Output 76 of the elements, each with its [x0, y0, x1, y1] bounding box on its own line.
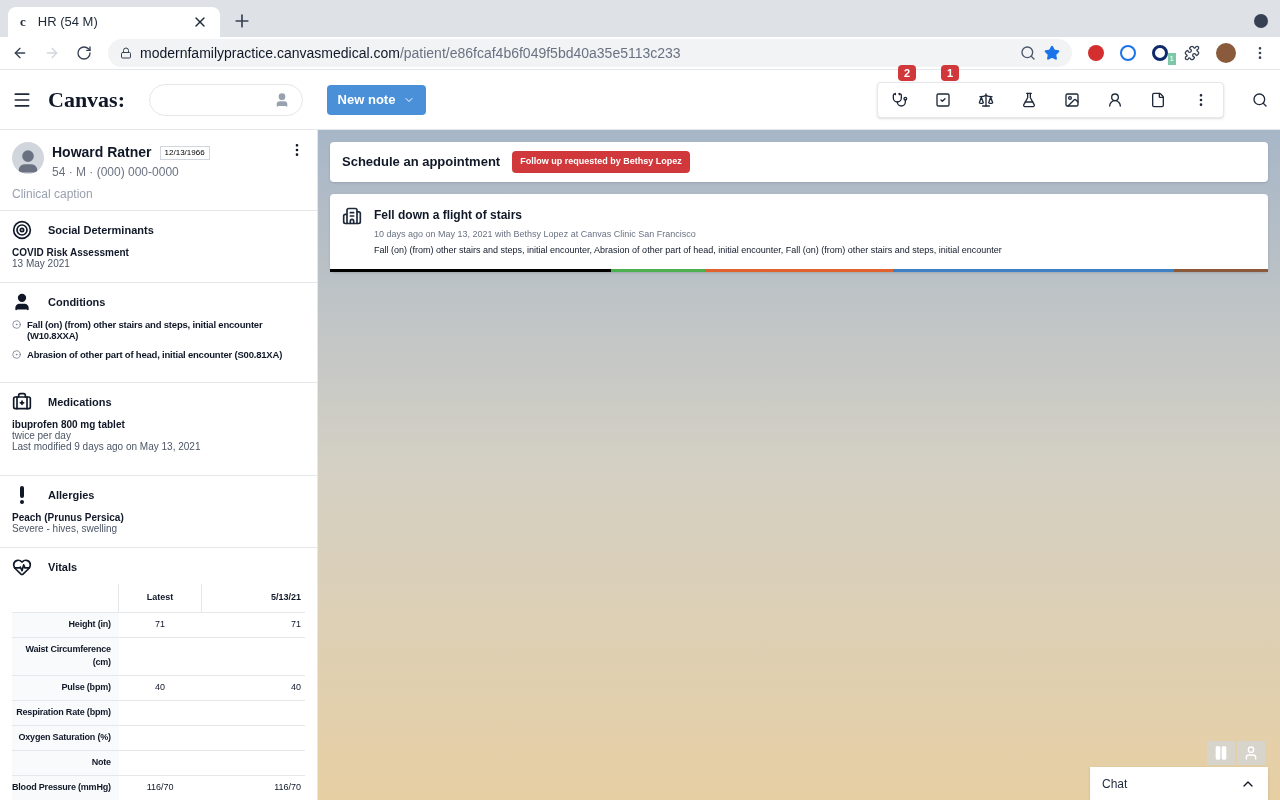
birth-date-tag: 12/13/1966 [159, 145, 210, 160]
extension-badge: 1 [1167, 53, 1176, 65]
tab-title: HR (54 M) [37, 13, 99, 32]
browser-tab[interactable]: c HR (54 M) [8, 7, 220, 37]
note-card[interactable] [330, 194, 1268, 272]
lock-icon [120, 47, 132, 59]
condition-text: Fall (on) (from) other stairs and steps, initial encounter (W10.8XXA) [27, 319, 264, 341]
card-title: Schedule an appointment [342, 153, 501, 172]
chat-panel[interactable]: Chat [1090, 767, 1268, 800]
item-detail: twice per day [12, 430, 72, 441]
row-label: Oxygen Saturation (%) [12, 725, 119, 750]
section-title: Medications [48, 394, 112, 410]
person-icon [12, 292, 32, 312]
section-title: Conditions [48, 294, 106, 310]
section-title: Social Determinants [48, 222, 154, 238]
row-label: Height (in) [12, 612, 119, 637]
medical-kit-icon [12, 392, 32, 412]
row-label: Waist Circumference (cm) [12, 637, 119, 675]
person-icon [1107, 91, 1123, 108]
note-summary: Fall (on) (from) other stairs and steps, initial encounter, Abrasion of other part of head, initial encounter, Fall (on) (from) other stairs and steps, initial encounter [374, 243, 1002, 257]
clinical-caption-field[interactable]: Clinical caption [12, 185, 305, 203]
table-cell: 40 [201, 675, 305, 700]
url-text: modernfamilypractice.canvasmedical.com/patient/e86fcaf4b6f049f5bd40a35e5113c233 [140, 43, 682, 63]
pause-icon [1213, 745, 1229, 761]
person-icon [274, 91, 290, 108]
table-cell: 71 [118, 612, 202, 637]
chat-label: Chat [1102, 775, 1128, 793]
table-cell: 116/70 [201, 775, 305, 800]
table-cell: 71 [201, 612, 305, 637]
row-label: Note [12, 750, 119, 775]
scale-icon [978, 91, 994, 108]
search-icon[interactable] [1252, 91, 1268, 108]
condition-icon [12, 350, 21, 359]
new-note-button[interactable]: New note [327, 84, 426, 115]
section-title: Vitals [48, 559, 78, 575]
app-logo: Canvas: [48, 86, 125, 114]
building-icon [342, 206, 362, 226]
row-label: Respiration Rate (bpm) [12, 700, 119, 725]
item-detail: Last modified 9 days ago on May 13, 2021 [12, 441, 202, 452]
patient-details: 54 · M · (000) 000-0000 [52, 164, 180, 181]
extensions-icon[interactable] [1184, 45, 1200, 61]
table-cell: 116/70 [118, 775, 202, 800]
bookmark-star-icon[interactable] [1044, 45, 1060, 61]
file-icon [1150, 91, 1166, 108]
tab-favicon: c [20, 13, 26, 32]
back-icon[interactable] [12, 45, 28, 61]
target-icon [12, 220, 32, 240]
follow-up-tag[interactable]: Follow up requested by Bethsy Lopez [512, 151, 690, 173]
item-detail: 13 May 2021 [12, 258, 71, 269]
note-title: Fell down a flight of stairs [374, 207, 523, 224]
item-detail: Severe - hives, swelling [12, 523, 118, 534]
exclamation-icon [20, 486, 24, 504]
condition-icon [12, 320, 21, 329]
image-icon [1064, 91, 1080, 108]
patient-name: Howard Ratner [52, 143, 152, 162]
column-header: Latest [118, 584, 202, 612]
address-bar[interactable]: modernfamilypractice.canvasmedical.com/patient/e86fcaf4b6f049f5bd40a35e5113c233 [108, 39, 1072, 67]
row-label: Pulse (bpm) [12, 675, 119, 700]
section-title: Allergies [48, 487, 95, 503]
heart-pulse-icon [12, 557, 32, 577]
row-label: Blood Pressure (mmHg) [12, 775, 119, 800]
avatar-icon [12, 142, 44, 174]
item-title: Peach (Prunus Persica) [12, 512, 125, 523]
item-title: COVID Risk Assessment [12, 247, 130, 258]
person-icon [1243, 745, 1259, 761]
zoom-icon[interactable] [1020, 45, 1036, 61]
tab-search-icon[interactable] [1254, 14, 1268, 28]
flask-icon [1021, 91, 1037, 108]
profile-avatar[interactable] [1216, 43, 1236, 63]
note-meta: 10 days ago on May 13, 2021 with Bethsy Lopez at Canvas Clinic San Francisco [374, 228, 697, 241]
table-cell: 40 [118, 675, 202, 700]
reload-icon[interactable] [76, 45, 92, 61]
condition-text: Abrasion of other part of head, initial encounter (S00.81XA) [27, 349, 284, 360]
item-title: ibuprofen 800 mg tablet [12, 419, 126, 430]
checkbox-icon [935, 91, 951, 108]
column-header: 5/13/21 [201, 584, 305, 612]
